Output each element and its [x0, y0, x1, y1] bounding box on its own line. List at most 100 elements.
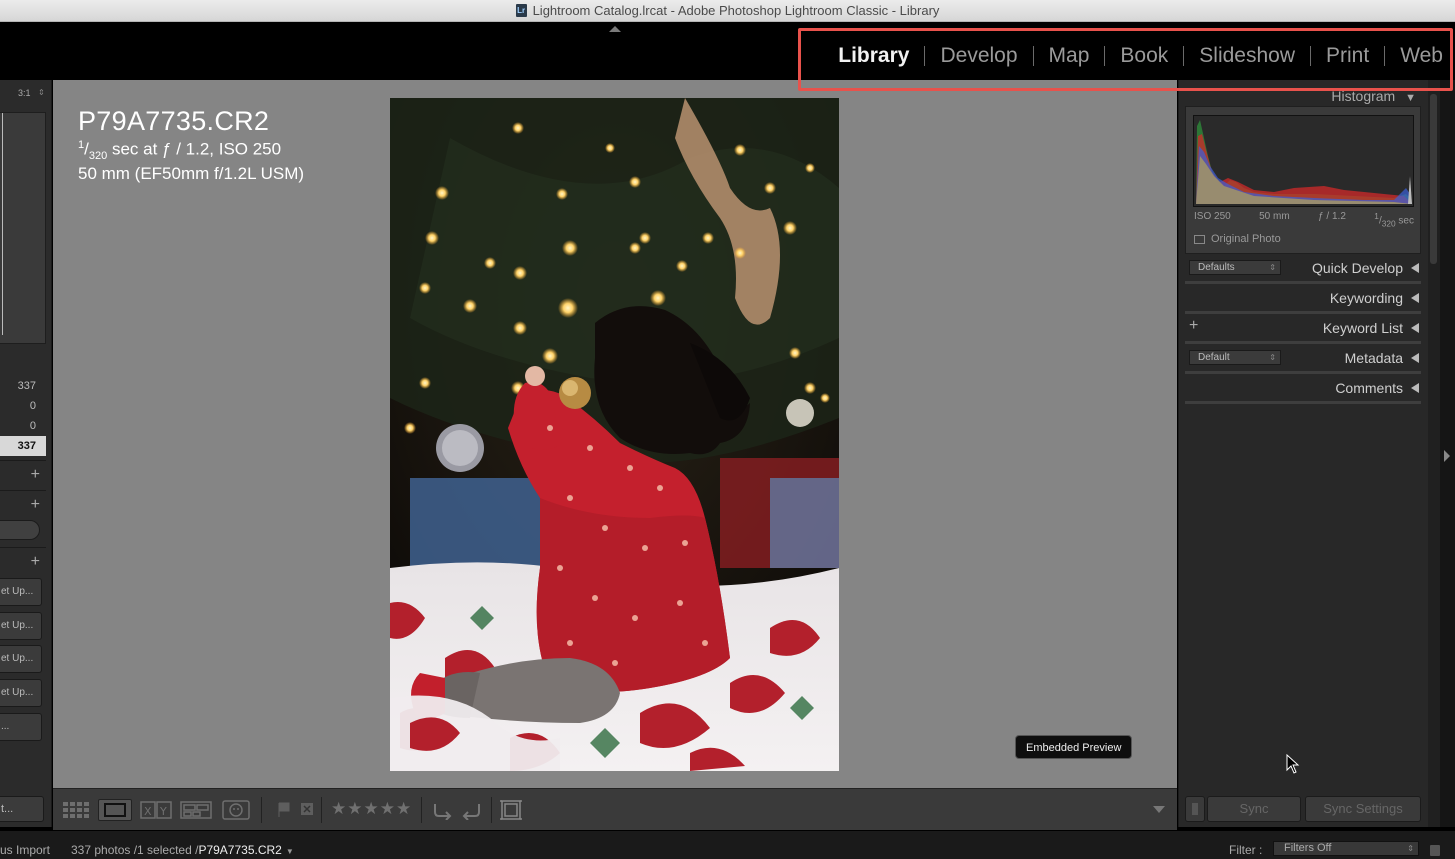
navigator-zoom[interactable]: 3:1 ⇕ [0, 88, 48, 102]
publish-setup-button[interactable]: et Up... [0, 612, 42, 640]
overlay-lens: 50 mm (EF50mm f/1.2L USM) [78, 164, 305, 184]
zoom-stepper-icon[interactable]: ⇕ [38, 88, 45, 97]
chevron-down-icon: ▼ [285, 847, 294, 856]
lrcat-document-icon: Lr [515, 4, 527, 17]
metadata-preset-select[interactable]: Default ⇕ [1189, 350, 1281, 365]
sync-settings-button[interactable]: Sync Settings [1305, 796, 1421, 822]
histogram-header[interactable]: Histogram ▼ [1331, 88, 1416, 104]
histogram-panel: ISO 250 50 mm ƒ / 1.2 1/320 sec Original… [1185, 106, 1421, 254]
main-photo[interactable] [390, 98, 839, 771]
star-rating[interactable]: ★★★★★ [331, 799, 412, 819]
comments-header[interactable]: Comments [1185, 374, 1421, 404]
loupe-view-icon[interactable] [98, 799, 132, 821]
toolbar-divider [321, 797, 322, 823]
svg-text:X: X [144, 805, 152, 818]
publish-setup-button[interactable]: et Up... [0, 645, 42, 673]
window-title: Lightroom Catalog.lrcat - Adobe Photosho… [532, 3, 940, 18]
histogram-collapse-icon[interactable]: ▼ [1405, 92, 1416, 104]
original-photo-checkbox[interactable] [1194, 234, 1205, 244]
photo-count[interactable]: 337 photos /1 selected /P79A7735.CR2 ▼ [71, 843, 294, 857]
selected-filename: P79A7735.CR2 [198, 843, 282, 857]
survey-view-icon[interactable] [179, 799, 213, 821]
histogram-iso: ISO 250 [1194, 211, 1231, 222]
panel-filter-pill[interactable] [0, 520, 40, 540]
expand-icon [1411, 352, 1419, 363]
histogram-info: ISO 250 50 mm ƒ / 1.2 1/320 sec [1194, 211, 1414, 228]
count-previous-import[interactable]: 0 [0, 416, 46, 436]
metadata-header[interactable]: Default ⇕ Metadata [1185, 344, 1421, 374]
filter-lock-icon[interactable] [1430, 845, 1440, 856]
filter-label: Filter : [1229, 843, 1263, 857]
count-quick-collection[interactable]: 0 [0, 396, 46, 416]
original-photo-toggle[interactable]: Original Photo [1194, 233, 1281, 245]
loupe-toolbar: XY ★★★★★ [53, 788, 1177, 830]
publish-setup-button[interactable]: et Up... [0, 679, 42, 707]
source-previous-import[interactable]: us Import [0, 843, 50, 857]
count-all-photographs[interactable]: 337 [0, 376, 46, 396]
window-title-bar: Lr Lightroom Catalog.lrcat - Adobe Photo… [0, 0, 1455, 22]
catalog-counts: 337 0 0 337 [0, 376, 46, 456]
expand-icon [1411, 322, 1419, 333]
histogram-aperture: ƒ / 1.2 [1318, 211, 1346, 222]
rotate-left-icon[interactable] [429, 799, 455, 821]
module-print[interactable]: Print [1311, 44, 1384, 68]
toolbar-divider [261, 797, 262, 823]
loupe-view[interactable]: P79A7735.CR2 1/320 sec at ƒ / 1.2, ISO 2… [53, 80, 1177, 788]
right-panel-edge [1440, 80, 1455, 827]
histogram-graph[interactable] [1193, 115, 1414, 207]
compare-view-icon[interactable]: XY [139, 799, 173, 821]
mouse-cursor-icon [1286, 754, 1300, 774]
right-panel-scrollbar[interactable] [1428, 80, 1440, 827]
toolbar-divider [491, 797, 492, 823]
right-panel-toggle-icon[interactable] [1444, 450, 1450, 462]
auto-sync-switch[interactable] [1185, 796, 1205, 822]
top-panel-toggle-icon[interactable] [609, 26, 621, 32]
import-button[interactable]: t... [0, 796, 44, 822]
add-keyword-icon[interactable]: + [1189, 317, 1198, 335]
quick-develop-header[interactable]: Defaults ⇕ Quick Develop [1185, 254, 1421, 284]
module-web[interactable]: Web [1385, 44, 1443, 68]
info-overlay: P79A7735.CR2 1/320 sec at ƒ / 1.2, ISO 2… [78, 106, 304, 184]
rotate-right-icon[interactable] [459, 799, 485, 821]
right-panel: Histogram ▼ ISO 250 50 mm ƒ / 1.2 1/320 … [1178, 80, 1428, 827]
toolbar-divider [421, 797, 422, 823]
publish-add-icon[interactable]: + [0, 547, 46, 575]
collections-add-icon[interactable]: + [0, 490, 46, 518]
module-picker: Library Develop Map Book Slideshow Print… [823, 44, 1443, 68]
grid-view-icon[interactable] [61, 799, 93, 821]
expand-icon [1411, 292, 1419, 303]
overlay-filename: P79A7735.CR2 [78, 106, 270, 136]
keywording-header[interactable]: Keywording [1185, 284, 1421, 314]
module-develop[interactable]: Develop [925, 44, 1032, 68]
keyword-list-header[interactable]: + Keyword List [1185, 314, 1421, 344]
count-selected[interactable]: 337 [0, 436, 46, 456]
flag-pick-icon[interactable] [275, 799, 293, 821]
module-slideshow[interactable]: Slideshow [1184, 44, 1310, 68]
histogram-focal: 50 mm [1259, 211, 1290, 222]
sync-button[interactable]: Sync [1207, 796, 1301, 822]
left-panel: 3:1 ⇕ 337 0 0 337 + + + et Up... et Up..… [0, 80, 52, 827]
folders-add-icon[interactable]: + [0, 460, 46, 488]
filter-select[interactable]: Filters Off ⇕ [1273, 841, 1419, 856]
svg-text:Y: Y [159, 805, 167, 818]
expand-icon [1411, 382, 1419, 393]
find-more-services-button[interactable]: ... [0, 713, 42, 741]
publish-setup-button[interactable]: et Up... [0, 578, 42, 606]
expand-icon [1411, 262, 1419, 273]
toolbar-content-menu-icon[interactable] [1153, 806, 1165, 813]
module-library[interactable]: Library [823, 44, 924, 68]
module-picker-bar: Library Develop Map Book Slideshow Print… [0, 22, 1455, 91]
sync-controls: Sync Sync Settings [1185, 796, 1421, 822]
embedded-preview-badge[interactable]: Embedded Preview [1015, 735, 1133, 759]
flag-reject-icon[interactable] [299, 799, 315, 821]
navigator-preview[interactable] [0, 112, 46, 344]
module-book[interactable]: Book [1105, 44, 1183, 68]
saved-preset-select[interactable]: Defaults ⇕ [1189, 260, 1281, 275]
overlay-exposure: 1/320 sec at ƒ / 1.2, ISO 250 [78, 139, 282, 163]
crop-overlay-icon[interactable] [497, 799, 525, 821]
module-map[interactable]: Map [1034, 44, 1105, 68]
zoom-level: 3:1 [18, 88, 31, 98]
people-view-icon[interactable] [221, 799, 251, 821]
histogram-shutter: 1/320 sec [1374, 211, 1414, 229]
filmstrip-status-bar: us Import 337 photos /1 selected /P79A77… [0, 830, 1455, 859]
